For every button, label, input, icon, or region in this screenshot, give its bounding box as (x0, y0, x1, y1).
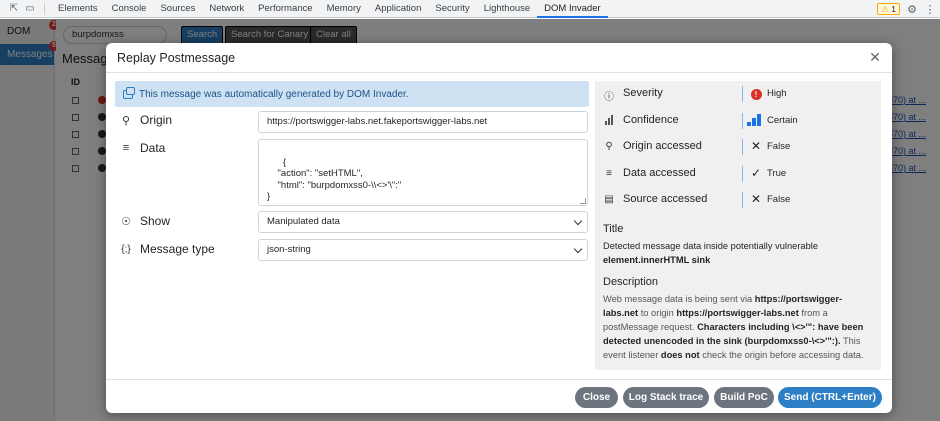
property-name: Confidence (623, 113, 679, 126)
property-data-accessed: ≡ Data accessed ✓ True (603, 161, 873, 188)
property-origin-accessed: ⚲ Origin accessed ✕ False (603, 134, 873, 161)
show-select[interactable]: Manipulated data (258, 211, 588, 233)
property-value: High (767, 88, 787, 99)
warnings-badge[interactable]: ⚠ 1 (877, 3, 900, 15)
device-toolbar-icon[interactable]: ▭ (22, 0, 38, 18)
modal-footer: Close Log Stack trace Build PoC Send (CT… (106, 379, 892, 413)
description-heading: Description (603, 275, 659, 288)
property-name: Source accessed (623, 193, 708, 205)
issue-details: ⓘ Severity ! High Confidence Certain ⚲ O… (595, 81, 881, 370)
close-icon[interactable]: ✕ (868, 49, 882, 65)
property-divider (742, 139, 743, 155)
chevron-down-icon (573, 244, 583, 254)
issue-title-text: Detected message data inside potentially… (603, 240, 818, 251)
desc-text: to origin (638, 307, 677, 318)
desc-target-url: https://portswigger-labs.net (676, 307, 799, 318)
info-banner-text: This message was automatically generated… (139, 88, 409, 100)
send-button[interactable]: Send (CTRL+Enter) (778, 387, 882, 408)
tab-lighthouse[interactable]: Lighthouse (477, 0, 537, 18)
message-type-label-text: Message type (140, 242, 215, 256)
desc-does-not: does not (660, 349, 700, 360)
tab-security[interactable]: Security (428, 0, 476, 18)
data-label: ≡ Data (119, 141, 166, 155)
origin-value: https://portswigger-labs.net.fakeportswi… (267, 116, 488, 127)
origin-label-text: Origin (140, 113, 173, 127)
desc-text: Web message data is being sent via (603, 293, 755, 304)
message-type-value: json-string (267, 244, 311, 255)
chevron-down-icon (573, 216, 583, 226)
toolbar-divider (44, 2, 45, 15)
show-label-text: Show (140, 214, 171, 228)
location-pin-icon: ⚲ (605, 141, 613, 152)
log-stack-trace-button[interactable]: Log Stack trace (623, 387, 709, 408)
show-label: ☉ Show (119, 214, 170, 228)
message-type-select[interactable]: json-string (258, 239, 588, 261)
warning-icon: ⚠ (881, 4, 889, 14)
layers-icon: ≡ (122, 142, 130, 154)
property-name: Origin accessed (623, 140, 702, 152)
modal-title: Replay Postmessage (117, 51, 236, 65)
confidence-certain-icon (745, 113, 763, 129)
property-name: Data accessed (623, 166, 696, 179)
property-divider (742, 192, 743, 208)
copy-info-icon (123, 86, 135, 99)
x-mark-icon: ✕ (750, 139, 762, 153)
bar-chart-icon (603, 114, 615, 128)
gear-icon[interactable]: ⚙ (906, 3, 918, 16)
tab-memory[interactable]: Memory (320, 0, 368, 18)
checkmark-icon: ✓ (750, 165, 762, 180)
replay-postmessage-dialog: Replay Postmessage ✕ This message was au… (106, 43, 892, 413)
property-value: Certain (767, 114, 798, 126)
location-pin-icon: ⚲ (121, 114, 131, 127)
resize-handle[interactable] (580, 198, 586, 204)
x-mark-icon: ✕ (750, 192, 762, 206)
desc-text: check the origin before accessing data. (699, 349, 864, 360)
tab-network[interactable]: Network (202, 0, 251, 18)
origin-input[interactable]: https://portswigger-labs.net.fakeportswi… (258, 111, 588, 133)
window-icon: ▤ (604, 194, 614, 205)
inspect-element-icon[interactable]: ⇱ (6, 0, 22, 18)
tab-elements[interactable]: Elements (51, 0, 105, 18)
title-heading: Title (603, 222, 624, 235)
severity-high-icon: ! (749, 86, 763, 100)
show-value: Manipulated data (267, 216, 340, 227)
tab-dom-invader[interactable]: DOM Invader (537, 0, 608, 18)
message-form: This message was automatically generated… (115, 81, 589, 261)
issue-title-sink: element.innerHTML sink (603, 254, 711, 265)
json-braces-icon: {;} (121, 243, 131, 255)
property-divider (742, 112, 743, 129)
property-value: False (767, 194, 791, 205)
data-textarea[interactable]: { "action": "setHTML", "html": "burpdomx… (258, 139, 588, 206)
toolbar-right: ⚠ 1 ⚙ ⋮ (877, 0, 936, 18)
issue-description: Web message data is being sent via https… (603, 292, 873, 362)
data-value: { "action": "setHTML", "html": "burpdomx… (267, 156, 402, 203)
devtools-tabs: Elements Console Sources Network Perform… (51, 0, 608, 18)
property-source-accessed: ▤ Source accessed ✕ False (603, 187, 873, 214)
property-severity: ⓘ Severity ! High (603, 81, 873, 108)
origin-label: ⚲ Origin (119, 113, 172, 127)
warning-count: 1 (891, 4, 896, 14)
more-options-icon[interactable]: ⋮ (924, 3, 936, 16)
message-type-label: {;} Message type (119, 242, 215, 256)
issue-title: Detected message data inside potentially… (603, 239, 873, 267)
modal-header: Replay Postmessage ✕ (106, 43, 892, 73)
property-value: True (767, 167, 787, 179)
data-label-text: Data (140, 141, 166, 155)
close-button[interactable]: Close (575, 387, 618, 408)
tab-application[interactable]: Application (368, 0, 428, 18)
info-circle-icon: ⓘ (604, 92, 614, 103)
property-name: Severity (623, 87, 663, 99)
layers-icon: ≡ (606, 167, 612, 179)
eye-slash-icon: ☉ (121, 215, 131, 228)
property-confidence: Confidence Certain (603, 108, 873, 135)
tab-performance[interactable]: Performance (251, 0, 319, 18)
build-poc-button[interactable]: Build PoC (714, 387, 774, 408)
property-value: False (767, 141, 791, 152)
info-banner: This message was automatically generated… (115, 81, 589, 107)
devtools-toolbar: ⇱ ▭ Elements Console Sources Network Per… (0, 0, 940, 18)
tab-sources[interactable]: Sources (153, 0, 202, 18)
property-divider (742, 86, 743, 102)
tab-console[interactable]: Console (105, 0, 154, 18)
property-divider (742, 165, 743, 182)
